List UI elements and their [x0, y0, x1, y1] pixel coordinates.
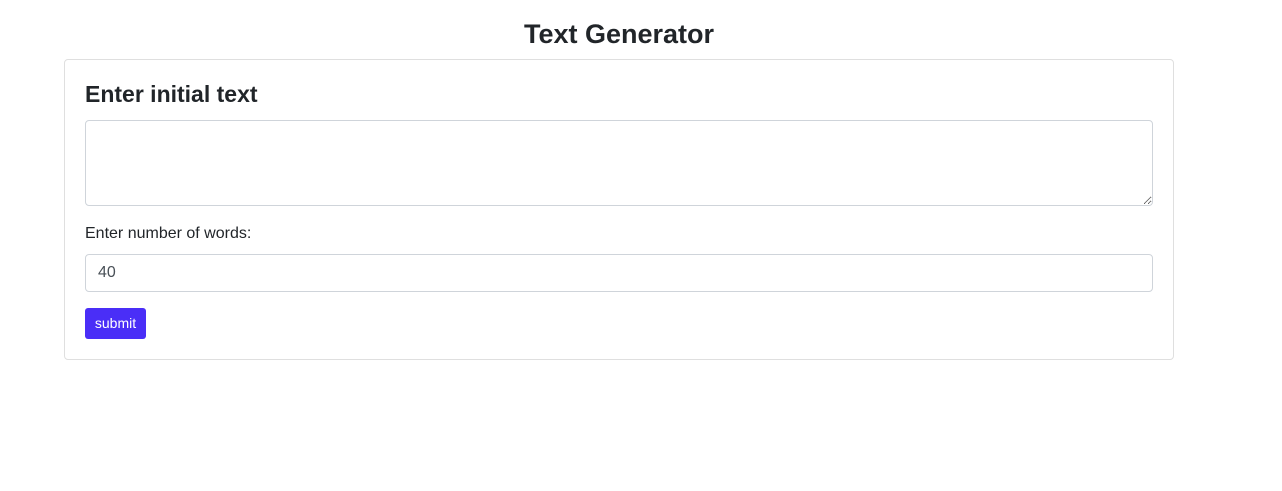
submit-button[interactable]: submit	[85, 308, 146, 339]
number-of-words-input[interactable]	[85, 254, 1153, 292]
text-generator-form-card: Enter initial text Enter number of words…	[64, 59, 1174, 360]
form-heading: Enter initial text	[85, 81, 258, 107]
page-title: Text Generator	[523, 19, 715, 49]
initial-text-input[interactable]	[85, 120, 1153, 206]
number-of-words-label: Enter number of words:	[85, 225, 252, 242]
